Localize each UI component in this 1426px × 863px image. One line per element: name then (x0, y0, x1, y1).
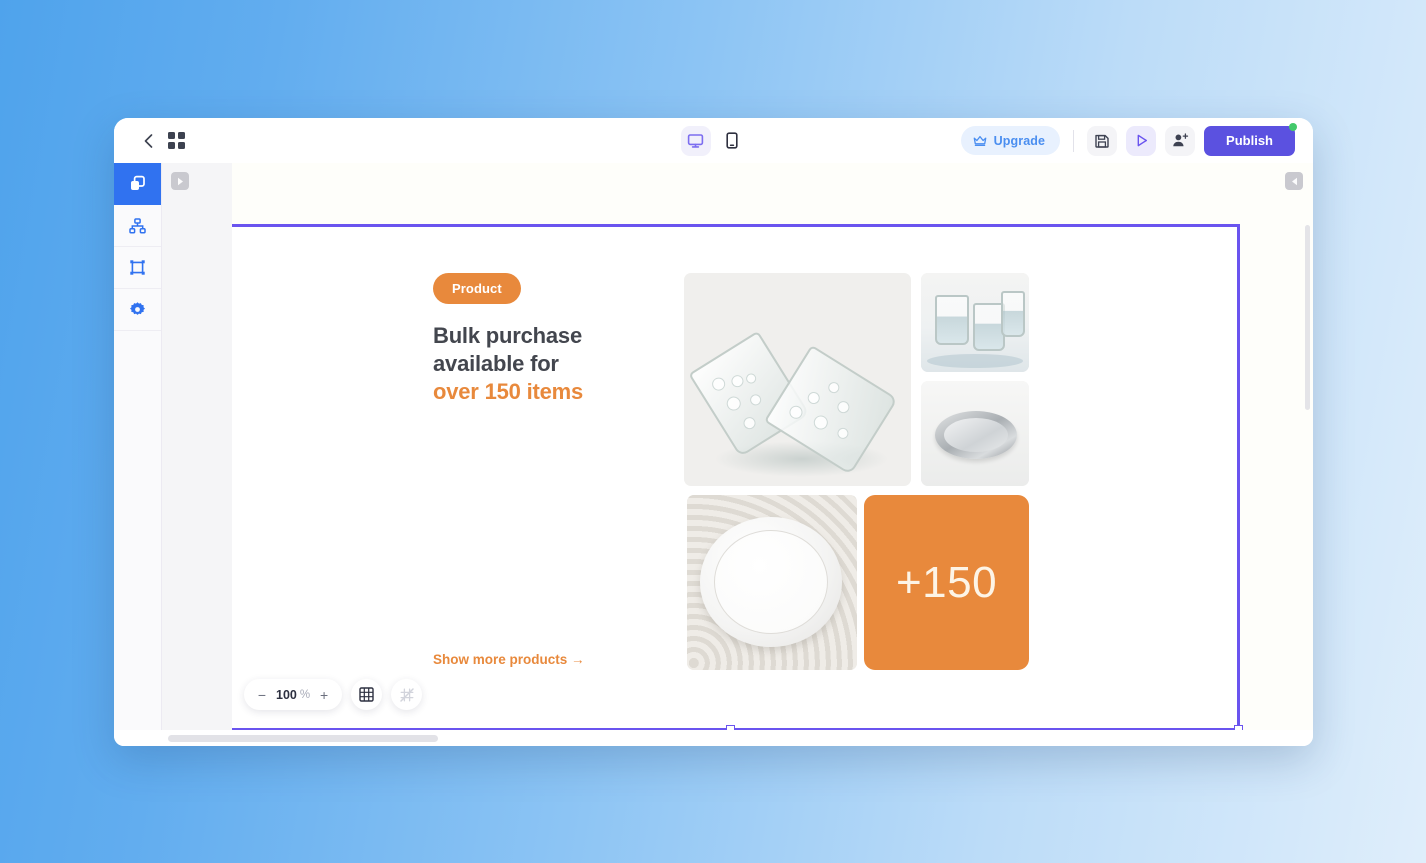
sidebar-item-frame[interactable] (114, 247, 161, 289)
sidebar-item-sitemap[interactable] (114, 205, 161, 247)
water-glass (1001, 291, 1025, 337)
desktop-icon[interactable] (680, 125, 711, 156)
tray-well (944, 418, 1008, 452)
title-line-2: available for (433, 351, 559, 377)
grid-icon[interactable] (351, 679, 383, 710)
metal-tray-photo[interactable] (921, 381, 1029, 486)
glass-artwork (684, 273, 911, 486)
dimple (741, 414, 758, 432)
plate-rim (700, 517, 842, 647)
top-toolbar: Upgrade Publish (114, 118, 1313, 163)
app-window: Upgrade Publish Product Bulk purchase av… (114, 118, 1313, 746)
status-badge: Product (433, 273, 521, 304)
crown-icon (973, 135, 987, 147)
plate-well (714, 530, 828, 634)
title-accent: over 150 items (433, 379, 584, 405)
grid-cell (178, 132, 185, 139)
app-body: Product Bulk purchase available for over… (114, 163, 1313, 730)
count-label: +150 (895, 557, 998, 607)
water-glass (935, 295, 969, 345)
layers-icon (129, 175, 146, 192)
add-user-icon[interactable] (1165, 125, 1196, 156)
zoom-percent-label: % (299, 688, 311, 701)
zoom-out-button[interactable]: − (251, 684, 273, 706)
sidebar-item-layers[interactable] (114, 163, 161, 205)
dimple (744, 371, 759, 386)
white-plate-photo[interactable] (687, 495, 857, 670)
panel-strip (162, 163, 232, 730)
selected-section[interactable]: Product Bulk purchase available for over… (232, 224, 1243, 730)
zoom-pill: − 100 % + (244, 679, 343, 710)
tilted-glasses-photo[interactable] (684, 273, 911, 486)
dimple (729, 372, 746, 390)
horizontal-scrollbar-thumb[interactable] (168, 734, 438, 742)
canvas-area[interactable]: Product Bulk purchase available for over… (232, 163, 1313, 730)
dimple (811, 412, 831, 433)
product-image-grid: +150 (684, 273, 1029, 670)
play-preview-icon[interactable] (1126, 125, 1157, 156)
triangle-left-icon[interactable] (1285, 172, 1303, 190)
grid-cell (178, 142, 185, 149)
grid-cell (168, 132, 175, 139)
horizontal-scrollbar[interactable] (114, 730, 1313, 746)
crop-frame-icon (129, 259, 146, 276)
save-disk-icon[interactable] (1087, 125, 1118, 156)
page-title: Bulk purchase available for over 150 ite… (433, 322, 643, 406)
dimple (835, 398, 852, 416)
glass-shadow (927, 354, 1023, 368)
dimple (826, 380, 842, 396)
grid-apps-icon[interactable] (168, 132, 185, 149)
dimple (787, 403, 805, 422)
dimple (805, 389, 822, 407)
sitemap-icon (129, 217, 146, 234)
upgrade-label: Upgrade (993, 133, 1046, 148)
publish-label: Publish (1226, 133, 1273, 148)
zoom-toolbar: − 100 % + (244, 679, 423, 710)
status-dot (1289, 122, 1297, 131)
dimple (748, 392, 764, 408)
title-line-1: Bulk purchase (433, 323, 583, 348)
grid-cell (168, 142, 175, 149)
count-card[interactable]: +150 (864, 495, 1029, 670)
hero-text-column: Product Bulk purchase available for over… (433, 273, 643, 406)
dimple (724, 393, 744, 414)
publish-button[interactable]: Publish (1204, 122, 1297, 156)
gear-icon (129, 301, 146, 318)
toolbar-right-group: Upgrade Publish (960, 122, 1313, 156)
dimple (709, 375, 728, 394)
vertical-scrollbar[interactable] (1305, 225, 1310, 410)
triangle-right-icon[interactable] (171, 172, 189, 190)
sidebar-item-settings[interactable] (114, 289, 161, 331)
zoom-value[interactable]: 100 (273, 688, 300, 702)
chevron-left-icon[interactable] (139, 132, 157, 150)
dimple (835, 425, 851, 441)
mobile-icon[interactable] (717, 126, 747, 156)
tray-rim (935, 411, 1017, 459)
toolbar-left-group (114, 132, 185, 150)
show-more-products-link[interactable]: Show more products → (433, 652, 585, 667)
water-glasses-photo[interactable] (921, 273, 1029, 372)
upgrade-button[interactable]: Upgrade (960, 126, 1061, 155)
toolbar-divider (1073, 129, 1075, 152)
zoom-in-button[interactable]: + (313, 684, 335, 706)
hero-block: Product Bulk purchase available for over… (232, 227, 1237, 728)
left-rail (114, 163, 162, 730)
snap-off-icon[interactable] (391, 679, 423, 710)
